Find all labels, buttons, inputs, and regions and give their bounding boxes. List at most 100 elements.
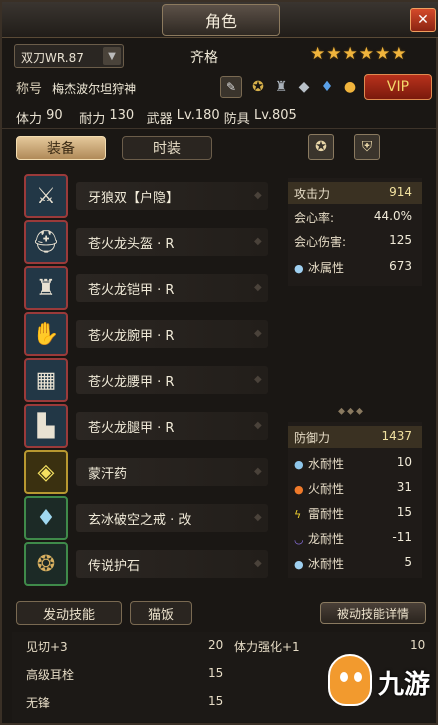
gauntlet-icon: ✋ [24,312,68,356]
stat-label: 水耐性 [308,457,345,471]
fire-icon: ● [294,483,304,496]
weapon-label: 武器 [146,112,173,127]
defense-stats-panel: 防御力 1437 ● 水耐性 10 ● 火耐性 31 ϟ 雷耐性 15 ◡ 龙耐性 -1… [288,422,422,578]
armor-level: Lv.805 [253,108,297,123]
close-button[interactable]: ✕ [410,8,436,32]
stat-value: 914 [389,185,412,199]
skill-row: 高级耳栓 15 [26,666,226,686]
equip-slot-arms[interactable]: ✋ 苍火龙腕甲 · R ◆ [22,312,272,356]
watermark: 九游 [328,654,434,720]
skill-name: 体力强化+1 [234,640,300,654]
swap-set-button[interactable]: ✪ [308,134,334,160]
stat-defense: 防御力 1437 [288,426,422,448]
ring-gem-icon: ♦ [24,496,68,540]
armor-label: 防具 [223,112,250,127]
star-icon: ★ [310,44,326,64]
stat-value: 5 [404,555,412,569]
equip-slot-weapon[interactable]: ⚔ 牙狼双【户隐】 ◆ [22,174,272,218]
stat-crit-rate: 会心率: 44.0% [288,206,422,228]
stat-label: 龙耐性 [308,532,345,546]
stat-value: 44.0% [373,209,412,223]
stat-crit-damage: 会心伤害: 125 [288,230,422,252]
stat-value: 673 [389,259,412,273]
armor-set-button[interactable]: ⛨ [354,134,380,160]
tab-fashion[interactable]: 时装 [122,136,212,160]
chest-armor-icon: ♜ [24,266,68,310]
close-icon: ✕ [417,12,429,28]
tab-equipment[interactable]: 装备 [16,136,106,160]
equip-slot-item[interactable]: ◈ 蒙汗药 ◆ [22,450,272,494]
emblem-icon[interactable]: ✪ [248,76,268,98]
tab-active-skills[interactable]: 发动技能 [16,601,122,625]
equip-name: 苍火龙腕甲 · R [88,329,175,344]
equip-name: 苍火龙腰甲 · R [88,375,175,390]
stat-water-res: ● 水耐性 10 [288,452,422,474]
stat-label: 冰属性 [308,261,345,275]
star-icon: ★ [375,44,391,64]
ice-drop-icon: ● [294,558,304,571]
edit-title-button[interactable]: ✎ [220,76,242,98]
crystal-icon[interactable]: ♦ [317,76,337,98]
equip-slot-chest[interactable]: ♜ 苍火龙铠甲 · R ◆ [22,266,272,310]
stat-value: 10 [396,455,412,469]
diamond-bullet-icon: ◆ [254,374,262,385]
stat-value: 15 [396,505,412,519]
stat-label: 火耐性 [308,482,345,496]
figure-icon[interactable]: ♜ [271,76,291,98]
hp-label: 体力 [16,112,43,127]
title-row: 称号 梅杰波尔坦狩神 [16,78,136,97]
stat-attack: 攻击力 914 [288,182,422,204]
equip-slot-talisman[interactable]: ❂ 传说护石 ◆ [22,542,272,586]
stat-dragon-res: ◡ 龙耐性 -11 [288,527,422,549]
badge-row: ✪ ♜ ◆ ♦ ● [248,76,360,98]
equip-name: 苍火龙铠甲 · R [88,283,175,298]
weapon-level: Lv.180 [176,108,220,123]
weapon-select[interactable]: 双刀WR.87 ▼ [14,44,124,68]
armor-icon: ⛨ [361,139,373,155]
equip-slot-ring[interactable]: ♦ 玄冰破空之戒 · 改 ◆ [22,496,272,540]
potion-icon: ◈ [24,450,68,494]
stamina-value: 130 [109,108,135,123]
diamond-bullet-icon: ◆ [254,558,262,569]
player-name: 齐格 [190,50,218,66]
base-stats-row: 体力 90 耐力 130 武器 Lv.180 防具 Lv.805 [16,108,297,127]
watermark-text: 九游 [378,670,431,700]
tab-cat-food[interactable]: 猫饭 [130,601,192,625]
star-icon: ★ [358,44,374,64]
gold-medal-icon[interactable]: ● [340,76,360,98]
pencil-icon: ✎ [225,80,237,94]
stat-label: 雷耐性 [308,507,345,521]
stat-label: 会心率: [294,211,335,225]
weapon-select-value: 双刀WR.87 [21,51,84,65]
diamond-icon[interactable]: ◆ [294,76,314,98]
dual-blades-icon: ⚔ [24,174,68,218]
skill-name: 见切+3 [26,640,68,654]
equip-slot-head[interactable]: ⛑ 苍火龙头盔 · R ◆ [22,220,272,264]
hp-value: 90 [46,108,63,123]
passive-skills-button[interactable]: 被动技能详情 [320,602,426,624]
stat-label: 防御力 [294,431,331,445]
equip-slot-legs[interactable]: ▙ 苍火龙腿甲 · R ◆ [22,404,272,448]
stat-thunder-res: ϟ 雷耐性 15 [288,502,422,524]
stat-ice-element: ● 冰属性 673 [288,256,422,278]
equip-slot-waist[interactable]: ▦ 苍火龙腰甲 · R ◆ [22,358,272,402]
rank-stars: ★ ★ ★ ★ ★ ★ [310,44,407,64]
stat-label: 冰耐性 [308,557,345,571]
water-icon: ● [294,458,304,471]
equip-name: 传说护石 [88,559,141,574]
diamond-bullet-icon: ◆ [254,466,262,477]
talisman-icon: ❂ [24,542,68,586]
diamond-bullet-icon: ◆ [254,328,262,339]
stat-value: 125 [389,233,412,247]
leg-armor-icon: ▙ [24,404,68,448]
link-icon: ✪ [315,139,327,155]
chevron-down-icon: ▼ [103,47,121,65]
vip-button[interactable]: VIP [364,74,432,100]
stat-value: 1437 [381,429,412,443]
diamond-bullet-icon: ◆ [254,420,262,431]
waist-armor-icon: ▦ [24,358,68,402]
equip-name: 玄冰破空之戒 · 改 [88,513,192,528]
offense-stats-panel: 攻击力 914 会心率: 44.0% 会心伤害: 125 ● 冰属性 673 [288,178,422,286]
diamond-bullet-icon: ◆ [254,236,262,247]
skill-name: 无锋 [26,696,51,710]
